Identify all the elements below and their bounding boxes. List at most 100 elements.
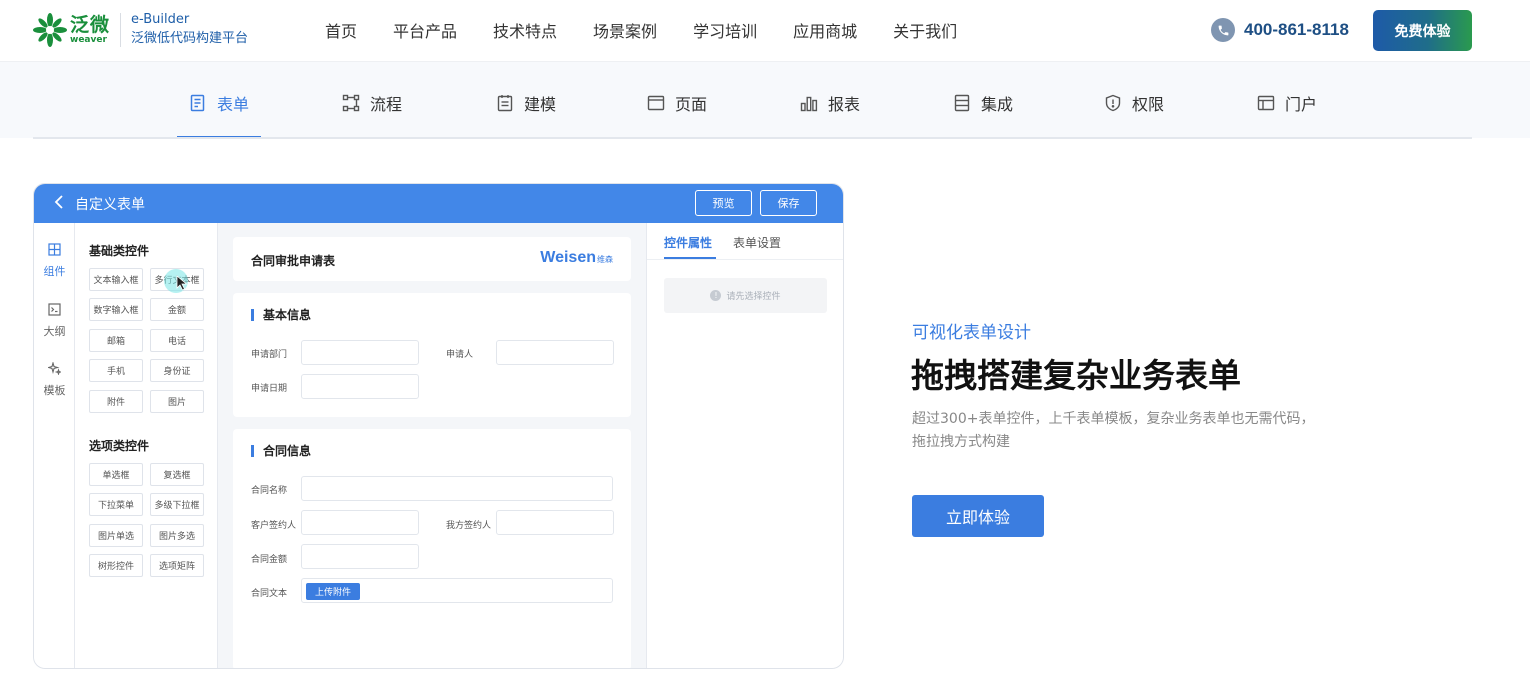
tab-report[interactable]: 报表 (800, 91, 860, 115)
tab-integration[interactable]: 集成 (953, 91, 1013, 115)
control-matrix[interactable]: 选项矩阵 (150, 554, 204, 577)
nav-cases[interactable]: 场景案例 (593, 18, 657, 42)
customer-signer-label: 客户签约人 (251, 521, 297, 531)
rail-components-label: 组件 (43, 265, 66, 278)
nav-tech[interactable]: 技术特点 (493, 18, 557, 42)
tab-portal[interactable]: 门户 (1257, 91, 1317, 115)
back-chevron-icon[interactable] (54, 194, 64, 214)
rail-templates[interactable]: 模板 (34, 360, 75, 398)
props-tab-divider (647, 259, 843, 260)
control-text-input[interactable]: 文本输入框 (89, 268, 143, 291)
nav-home[interactable]: 首页 (325, 18, 357, 42)
amount-input[interactable] (301, 544, 419, 569)
control-radio[interactable]: 单选框 (89, 463, 143, 486)
control-checkbox[interactable]: 复选框 (150, 463, 204, 486)
tab-integration-label: 集成 (981, 95, 1014, 114)
our-signer-input[interactable] (496, 510, 614, 535)
brand-name: Weisen (540, 249, 596, 266)
designer-rail: 组件 大纲 模板 (34, 223, 75, 668)
control-number[interactable]: 数字输入框 (89, 298, 143, 321)
control-dropdown[interactable]: 下拉菜单 (89, 493, 143, 516)
tab-permission[interactable]: 权限 (1104, 91, 1164, 115)
phone-number: 400-861-8118 (1244, 20, 1349, 39)
option-controls-title: 选项类控件 (89, 439, 150, 453)
form-canvas: 合同审批申请表 Weisen维森 基本信息 申请部门 申请人 申请日期 合同信息… (218, 223, 646, 668)
control-amount[interactable]: 金额 (150, 298, 204, 321)
upload-attachment-button[interactable]: 上传附件 (306, 583, 361, 600)
description-line-2: 拖拉拽方式构建 (912, 434, 1010, 450)
rail-outline-label: 大纲 (43, 325, 66, 338)
tab-form[interactable]: 表单 (189, 91, 249, 115)
nav-about[interactable]: 关于我们 (893, 18, 957, 42)
control-image[interactable]: 图片 (150, 390, 204, 413)
control-tree[interactable]: 树形控件 (89, 554, 143, 577)
weaver-logo[interactable]: 泛微 weaver (32, 11, 110, 49)
date-label: 申请日期 (251, 384, 288, 394)
tab-report-label: 报表 (828, 95, 861, 114)
tab-model[interactable]: 建模 (496, 91, 556, 115)
chart-icon (800, 96, 818, 112)
top-header: 泛微 weaver e-Builder 泛微低代码构建平台 首页 平台产品 技术… (0, 0, 1530, 62)
brand-sub: 维森 (597, 255, 613, 264)
form-icon (190, 94, 205, 112)
control-phone[interactable]: 电话 (150, 329, 204, 352)
dept-input[interactable] (301, 340, 419, 365)
form-title-card: 合同审批申请表 Weisen维森 (233, 237, 631, 281)
nav-store[interactable]: 应用商城 (793, 18, 857, 42)
phone-contact[interactable]: 400-861-8118 (1211, 18, 1349, 42)
control-attachment[interactable]: 附件 (89, 390, 143, 413)
product-name: e-Builder (131, 12, 190, 27)
rail-templates-label: 模板 (43, 384, 66, 397)
tab-permission-label: 权限 (1132, 95, 1165, 114)
tabs-divider (33, 137, 1472, 139)
info-icon: ! (710, 290, 722, 301)
outline-icon (34, 303, 75, 320)
mockup-title: 自定义表单 (75, 197, 145, 213)
form-designer-mockup: 自定义表单 预览 保存 组件 大纲 模板 基础类控件 文本输入框 多行文本框 数… (33, 183, 844, 669)
try-now-button[interactable]: 立即体验 (912, 495, 1044, 537)
tab-control-props[interactable]: 控件属性 (664, 234, 712, 251)
tab-flow[interactable]: 流程 (342, 91, 402, 115)
control-image-radio[interactable]: 图片单选 (89, 524, 143, 547)
preview-button[interactable]: 预览 (695, 190, 752, 216)
controls-panel: 基础类控件 文本输入框 多行文本框 数字输入框 金额 邮箱 电话 手机 身份证 … (75, 223, 218, 668)
nav-training[interactable]: 学习培训 (693, 18, 757, 42)
grid-icon (34, 243, 75, 260)
sparkle-icon (34, 360, 75, 379)
control-id-card[interactable]: 身份证 (150, 359, 204, 382)
integration-icon (954, 94, 970, 112)
save-button[interactable]: 保存 (760, 190, 817, 216)
tab-form-settings[interactable]: 表单设置 (733, 234, 781, 251)
nav-products[interactable]: 平台产品 (393, 18, 457, 42)
basic-controls-title: 基础类控件 (89, 244, 150, 258)
logo-text: 泛微 weaver (70, 15, 110, 45)
control-mobile[interactable]: 手机 (89, 359, 143, 382)
tab-page[interactable]: 页面 (647, 91, 707, 115)
contract-text-field: 上传附件 (301, 578, 613, 603)
section-headline: 拖拽搭建复杂业务表单 (911, 356, 1241, 395)
basic-info-title: 基本信息 (251, 309, 311, 321)
rail-outline[interactable]: 大纲 (34, 303, 75, 339)
logo-en: weaver (70, 34, 107, 45)
date-input[interactable] (301, 374, 419, 399)
dept-label: 申请部门 (251, 350, 288, 360)
applicant-input[interactable] (496, 340, 614, 365)
basic-info-card: 基本信息 申请部门 申请人 申请日期 (233, 293, 631, 417)
customer-signer-input[interactable] (301, 510, 419, 535)
tab-form-label: 表单 (217, 95, 250, 114)
properties-panel: 控件属性 表单设置 ! 请先选择控件 (646, 223, 843, 668)
control-cascade-dropdown[interactable]: 多级下拉框 (150, 493, 204, 516)
control-email[interactable]: 邮箱 (89, 329, 143, 352)
free-trial-button[interactable]: 免费体验 (1373, 10, 1472, 51)
weisen-logo: Weisen维森 (540, 249, 613, 267)
logo-divider (120, 13, 121, 47)
phone-icon (1211, 18, 1235, 42)
rail-components[interactable]: 组件 (34, 243, 75, 279)
contract-info-title: 合同信息 (251, 445, 311, 457)
mockup-header: 自定义表单 预览 保存 (34, 184, 843, 223)
control-image-checkbox[interactable]: 图片多选 (150, 524, 204, 547)
empty-selection-hint: ! 请先选择控件 (664, 278, 827, 313)
weaver-logo-icon (33, 13, 67, 47)
contract-name-input[interactable] (301, 476, 613, 501)
contract-name-label: 合同名称 (251, 486, 288, 496)
